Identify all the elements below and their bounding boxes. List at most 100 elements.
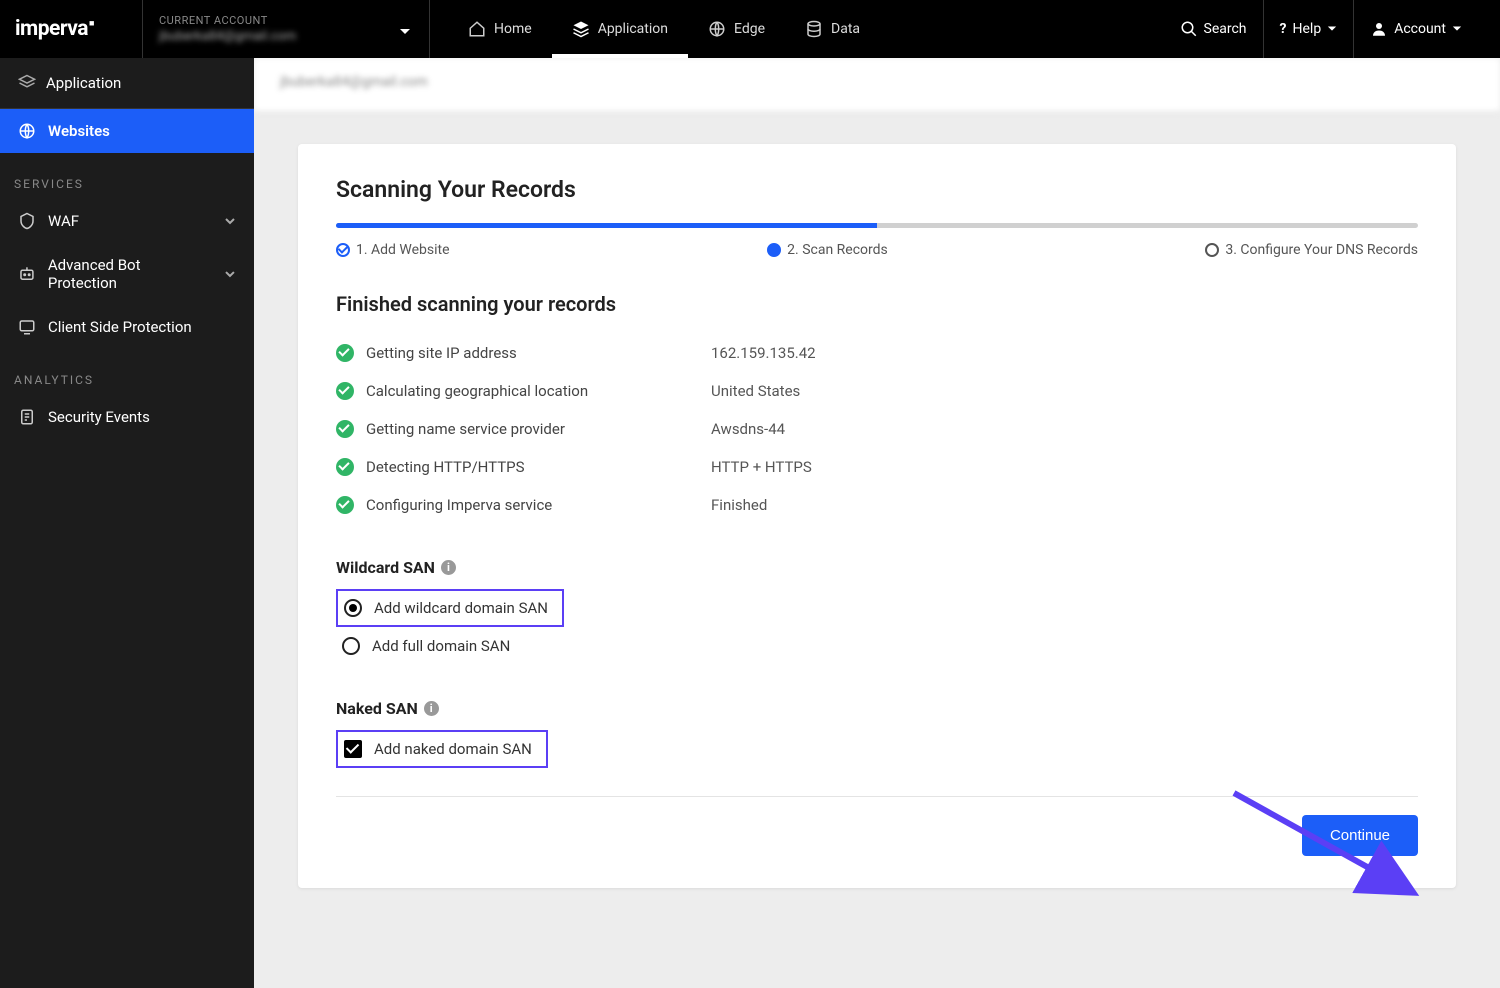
bot-icon [18, 265, 36, 283]
scan-row: Calculating geographical location United… [336, 372, 1418, 410]
chevron-down-icon [224, 215, 236, 227]
sidebar-app-label: Application [46, 74, 121, 92]
radio-wildcard-san[interactable]: Add wildcard domain SAN [336, 589, 564, 627]
database-icon [805, 20, 823, 38]
chevron-down-icon [224, 268, 236, 280]
account-menu[interactable]: Account [1353, 0, 1478, 58]
scan-subtitle: Finished scanning your records [336, 292, 1418, 316]
naked-san-title: Naked SAN i [336, 699, 1418, 718]
card-footer: Continue [336, 796, 1418, 856]
globe-icon [708, 20, 726, 38]
sidebar: Application Websites SERVICES WAF Advanc… [0, 58, 254, 988]
radio-label: Add wildcard domain SAN [374, 599, 548, 617]
sidebar-websites[interactable]: Websites [0, 109, 254, 153]
radio-full-san[interactable]: Add full domain SAN [336, 627, 1418, 665]
radio-selected-icon [344, 599, 362, 617]
radio-icon [342, 637, 360, 655]
help-label: Help [1293, 21, 1322, 37]
nav-edge-label: Edge [734, 21, 765, 37]
sidebar-security-events[interactable]: Security Events [0, 395, 254, 439]
scan-value: United States [711, 382, 800, 400]
sidebar-abp[interactable]: Advanced Bot Protection [0, 243, 254, 305]
continue-button[interactable]: Continue [1302, 815, 1418, 856]
checkbox-label: Add naked domain SAN [374, 740, 532, 758]
top-right: Search ? Help Account [1164, 0, 1500, 58]
scan-label: Getting name service provider [366, 420, 711, 438]
step-configure-dns: 3. Configure Your DNS Records [1205, 242, 1418, 258]
scan-label: Calculating geographical location [366, 382, 711, 400]
scan-label: Getting site IP address [366, 344, 711, 362]
layers-icon [572, 20, 590, 38]
scan-row: Configuring Imperva service Finished [336, 486, 1418, 524]
breadcrumb: jbuberka84@gmail.com [254, 58, 1500, 112]
sidebar-security-events-label: Security Events [48, 408, 150, 426]
nav-edge[interactable]: Edge [688, 0, 785, 58]
san-title-text: Wildcard SAN [336, 558, 435, 577]
account-email: jbuberka84@gmail.com [159, 29, 413, 44]
account-label: Account [1394, 21, 1446, 37]
step-label: 2. Scan Records [787, 242, 888, 258]
info-icon[interactable]: i [441, 560, 456, 575]
top-bar: imperva ■ CURRENT ACCOUNT jbuberka84@gma… [0, 0, 1500, 58]
sidebar-analytics-header: ANALYTICS [0, 349, 254, 395]
scan-label: Detecting HTTP/HTTPS [366, 458, 711, 476]
progress-bar [336, 223, 1418, 228]
scan-row: Getting name service provider Awsdns-44 [336, 410, 1418, 448]
home-icon [468, 20, 486, 38]
check-icon [336, 458, 354, 476]
search-button[interactable]: Search [1164, 0, 1263, 58]
nav-home-label: Home [494, 21, 532, 37]
info-icon[interactable]: i [424, 701, 439, 716]
checkbox-checked-icon [344, 740, 362, 758]
wizard-card: Scanning Your Records 1. Add Website 2. … [298, 144, 1456, 888]
scan-value: Awsdns-44 [711, 420, 785, 438]
nav-application[interactable]: Application [552, 0, 688, 58]
account-selector[interactable]: CURRENT ACCOUNT jbuberka84@gmail.com [143, 0, 430, 58]
person-icon [1370, 20, 1388, 38]
scan-row: Detecting HTTP/HTTPS HTTP + HTTPS [336, 448, 1418, 486]
logo[interactable]: imperva ■ [0, 0, 143, 58]
step-done-icon [336, 243, 350, 257]
checkbox-naked-san[interactable]: Add naked domain SAN [336, 730, 548, 768]
scan-results: Getting site IP address 162.159.135.42 C… [336, 334, 1418, 524]
scan-value: HTTP + HTTPS [711, 458, 812, 476]
scan-row: Getting site IP address 162.159.135.42 [336, 334, 1418, 372]
layers-icon [18, 74, 36, 92]
caret-down-icon [1327, 24, 1337, 34]
sidebar-services-header: SERVICES [0, 153, 254, 199]
account-label: CURRENT ACCOUNT [159, 14, 413, 27]
nav-application-label: Application [598, 21, 668, 37]
page-title: Scanning Your Records [336, 176, 1418, 203]
nav-data-label: Data [831, 21, 860, 37]
check-icon [336, 382, 354, 400]
steps-row: 1. Add Website 2. Scan Records 3. Config… [336, 242, 1418, 258]
monitor-icon [18, 318, 36, 336]
help-menu[interactable]: ? Help [1263, 0, 1354, 58]
scan-value: 162.159.135.42 [711, 344, 816, 362]
step-label: 1. Add Website [356, 242, 450, 258]
help-icon: ? [1280, 21, 1287, 37]
caret-down-icon [1452, 24, 1462, 34]
main-area: jbuberka84@gmail.com Scanning Your Recor… [254, 58, 1500, 988]
search-icon [1180, 20, 1198, 38]
document-icon [18, 408, 36, 426]
sidebar-websites-label: Websites [48, 122, 110, 140]
progress-fill [336, 223, 877, 228]
scan-value: Finished [711, 496, 767, 514]
caret-down-icon [399, 26, 411, 42]
nav-home[interactable]: Home [448, 0, 552, 58]
sidebar-app-root[interactable]: Application [0, 58, 254, 109]
scan-label: Configuring Imperva service [366, 496, 711, 514]
radio-label: Add full domain SAN [372, 637, 510, 655]
sidebar-abp-label: Advanced Bot Protection [48, 256, 212, 292]
sidebar-waf-label: WAF [48, 212, 79, 230]
step-current-icon [767, 243, 781, 257]
sidebar-csp[interactable]: Client Side Protection [0, 305, 254, 349]
sidebar-waf[interactable]: WAF [0, 199, 254, 243]
nav-data[interactable]: Data [785, 0, 880, 58]
check-icon [336, 496, 354, 514]
shield-icon [18, 212, 36, 230]
search-label: Search [1204, 21, 1247, 37]
check-icon [336, 344, 354, 362]
step-add-website: 1. Add Website [336, 242, 450, 258]
